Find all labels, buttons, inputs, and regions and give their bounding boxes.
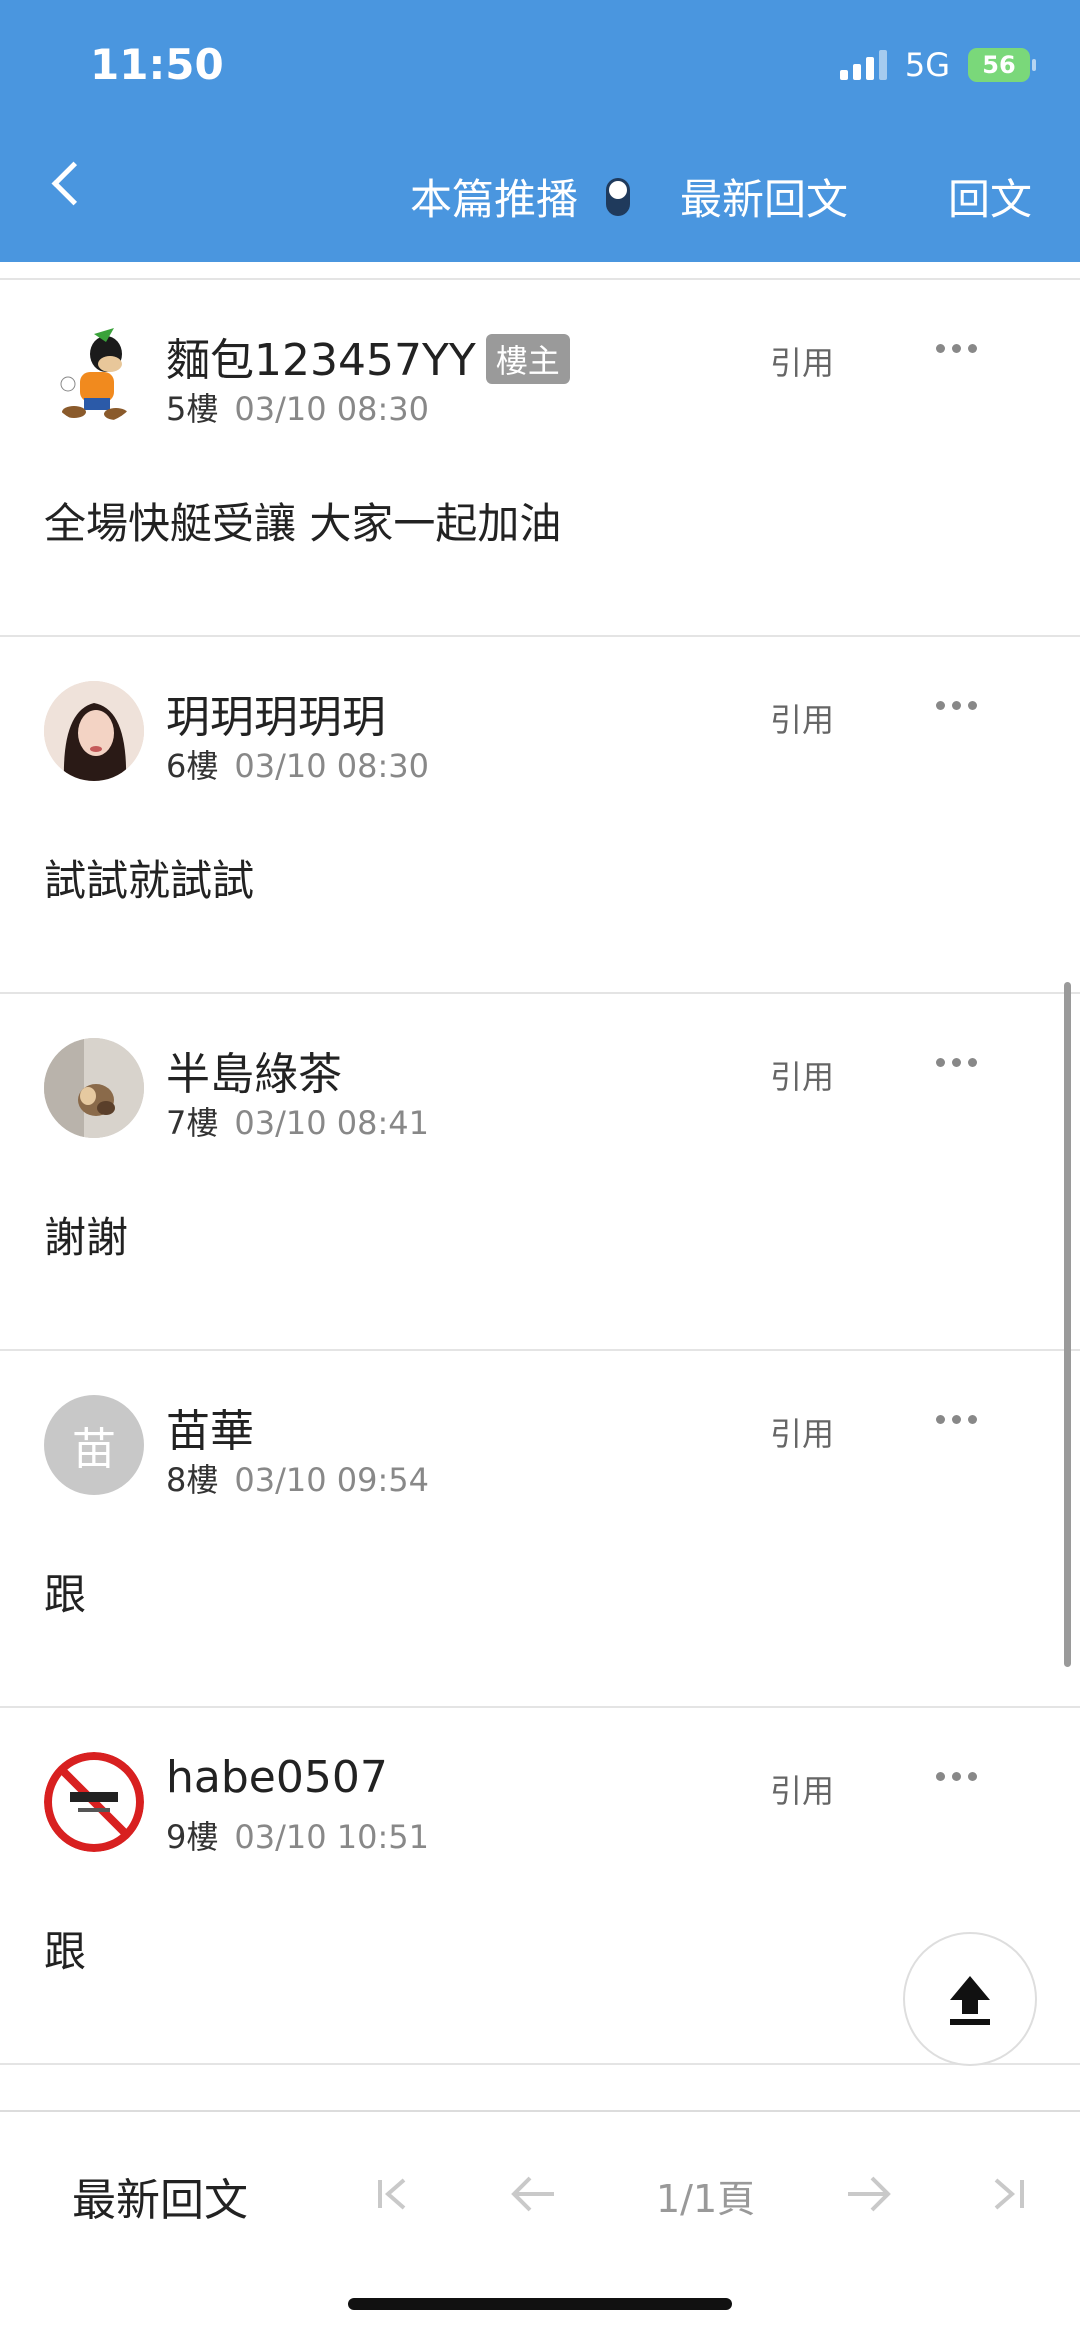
post-floor-6: 玥玥玥玥玥 6樓 03/10 08:30 引用 試試就試試 xyxy=(0,635,1080,994)
post-content: 跟 xyxy=(44,1570,87,1619)
post-meta: 5樓 03/10 08:30 xyxy=(166,384,429,430)
bottom-latest-replies-button[interactable]: 最新回文 xyxy=(72,2164,248,2228)
quote-button[interactable]: 引用 xyxy=(770,1052,834,1098)
back-to-top-button[interactable] xyxy=(903,1932,1037,2066)
post-time: 03/10 10:51 xyxy=(234,1818,429,1856)
page-indicator[interactable]: 1/1頁 xyxy=(656,2168,755,2223)
more-options-icon[interactable] xyxy=(936,701,977,710)
upload-arrow-icon xyxy=(950,1976,990,2025)
avatar[interactable] xyxy=(44,324,144,424)
signal-icon xyxy=(839,50,887,80)
quote-button[interactable]: 引用 xyxy=(770,338,834,384)
username[interactable]: 麵包123457YY 樓主 xyxy=(166,324,570,388)
username[interactable]: 玥玥玥玥玥 xyxy=(166,681,386,745)
no-parking-avatar-icon xyxy=(44,1752,144,1852)
avatar[interactable] xyxy=(44,1038,144,1138)
broadcast-toggle-icon[interactable] xyxy=(606,178,630,216)
post-content: 全場快艇受讓 大家一起加油 xyxy=(44,499,562,548)
quote-button[interactable]: 引用 xyxy=(770,1766,834,1812)
more-options-icon[interactable] xyxy=(936,1772,977,1781)
status-indicators: 5G 56 xyxy=(839,46,1036,84)
user-photo-icon xyxy=(44,681,144,781)
post-divider xyxy=(0,2063,1080,2105)
battery-icon: 56 xyxy=(968,48,1036,82)
username[interactable]: habe0507 xyxy=(166,1752,388,1803)
post-meta: 8樓 03/10 09:54 xyxy=(166,1455,429,1501)
post-time: 03/10 08:30 xyxy=(234,747,429,785)
post-meta: 9樓 03/10 10:51 xyxy=(166,1812,429,1858)
scrollbar[interactable] xyxy=(1064,982,1071,1667)
prev-page-icon[interactable] xyxy=(510,2174,556,2214)
post-content: 試試就試試 xyxy=(44,856,255,905)
more-options-icon[interactable] xyxy=(936,1415,977,1424)
goofy-avatar-icon xyxy=(44,324,144,424)
user-photo-icon xyxy=(44,1038,144,1138)
network-type: 5G xyxy=(904,46,950,84)
post-time: 03/10 08:41 xyxy=(234,1104,429,1142)
status-time: 11:50 xyxy=(90,40,224,89)
username[interactable]: 半島綠茶 xyxy=(166,1038,342,1102)
post-meta: 7樓 03/10 08:41 xyxy=(166,1098,429,1144)
avatar[interactable] xyxy=(44,1752,144,1852)
username-text[interactable]: 麵包123457YY xyxy=(166,335,476,386)
back-chevron-icon[interactable] xyxy=(51,161,96,206)
home-indicator[interactable] xyxy=(348,2298,732,2310)
post-floor-5: 麵包123457YY 樓主 5樓 03/10 08:30 引用 全場快艇受讓 大家一… xyxy=(0,278,1080,637)
post-time: 03/10 09:54 xyxy=(234,1461,429,1499)
post-floor-8: 苗 苗華 8樓 03/10 09:54 引用 跟 xyxy=(0,1349,1080,1708)
floor-number: 8樓 xyxy=(166,1461,219,1499)
owner-badge: 樓主 xyxy=(485,334,570,384)
floor-number: 5樓 xyxy=(166,390,219,428)
floor-number: 9樓 xyxy=(166,1818,219,1856)
quote-button[interactable]: 引用 xyxy=(770,695,834,741)
quote-button[interactable]: 引用 xyxy=(770,1409,834,1455)
avatar[interactable]: 苗 xyxy=(44,1395,144,1495)
post-content: 謝謝 xyxy=(44,1213,129,1262)
floor-number: 7樓 xyxy=(166,1104,219,1142)
last-page-icon[interactable] xyxy=(988,2174,1028,2214)
username[interactable]: 苗華 xyxy=(166,1395,254,1459)
post-floor-7: 半島綠茶 7樓 03/10 08:41 引用 謝謝 xyxy=(0,992,1080,1351)
next-page-icon[interactable] xyxy=(846,2174,892,2214)
avatar-initial: 苗 xyxy=(72,1424,116,1475)
post-meta: 6樓 03/10 08:30 xyxy=(166,741,429,787)
post-time: 03/10 08:30 xyxy=(234,390,429,428)
more-options-icon[interactable] xyxy=(936,1058,977,1067)
first-page-icon[interactable] xyxy=(374,2174,414,2214)
battery-level: 56 xyxy=(982,51,1016,79)
avatar[interactable] xyxy=(44,681,144,781)
latest-replies-button[interactable]: 最新回文 xyxy=(680,166,848,227)
floor-number: 6樓 xyxy=(166,747,219,785)
broadcast-toggle-label[interactable]: 本篇推播 xyxy=(410,166,578,227)
more-options-icon[interactable] xyxy=(936,344,977,353)
top-bar: 11:50 5G 56 本篇推播 最新回文 回文 xyxy=(0,0,1080,262)
post-content: 跟 xyxy=(44,1927,87,1976)
reply-button[interactable]: 回文 xyxy=(948,166,1032,227)
